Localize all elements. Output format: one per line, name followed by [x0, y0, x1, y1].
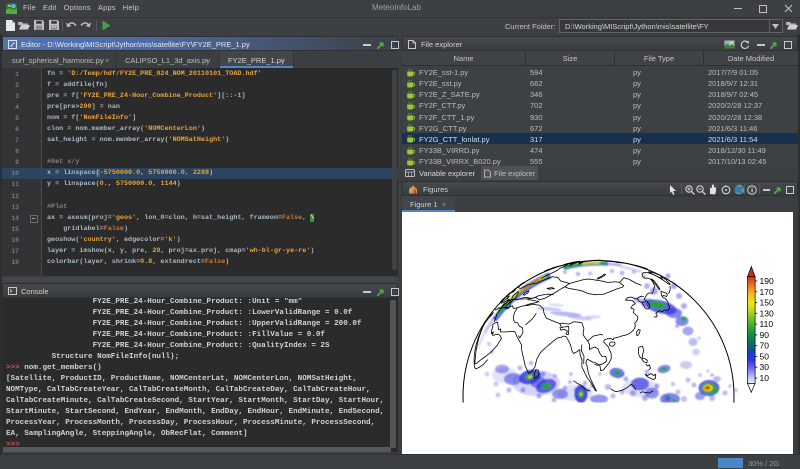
svg-text:130: 130 — [760, 308, 774, 318]
svg-text:90: 90 — [760, 330, 770, 340]
svg-text:150: 150 — [760, 298, 774, 308]
svg-text:30: 30 — [760, 362, 770, 372]
svg-text:50: 50 — [760, 351, 770, 361]
svg-text:110: 110 — [760, 319, 774, 329]
svg-text:170: 170 — [760, 287, 774, 297]
svg-text:10: 10 — [760, 373, 770, 383]
svg-text:190: 190 — [760, 276, 774, 286]
svg-text:70: 70 — [760, 341, 770, 351]
